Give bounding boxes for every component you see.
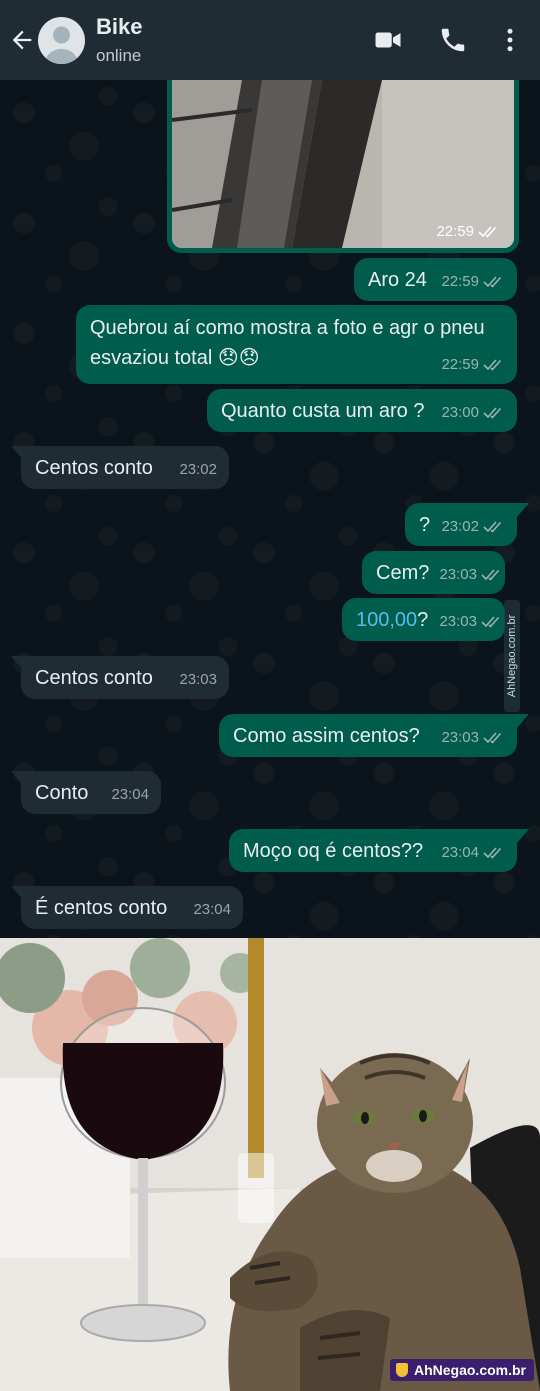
message-text: É centos conto [35,897,168,919]
message-bubble-out[interactable]: 100,00? 23:03 [342,598,505,641]
meme-cat-wine-photo: AhNegao.com.br [0,938,540,1391]
double-check-icon [483,732,502,744]
message-bubble-out[interactable]: ? 23:02 [405,503,517,546]
video-call-icon[interactable] [373,25,403,55]
message-text-tail: ? [417,609,429,631]
message-time: 23:04 [111,786,149,803]
message-time: 23:04 [193,901,231,918]
message-meta: 23:04 [111,780,149,810]
message-time: 23:04 [441,844,479,861]
phone-icon[interactable] [438,25,468,55]
bubble-tail [517,503,529,517]
photo-message[interactable]: 22:59 [167,80,519,253]
more-vert-icon[interactable] [495,25,525,55]
message-bubble-out[interactable]: Cem? 23:03 [362,551,505,594]
message-meta: 22:59 [441,267,505,297]
default-avatar-icon [44,26,79,64]
double-check-icon [483,407,502,419]
message-text: ? [419,514,431,536]
side-watermark: AhNegao.com.br [504,600,520,712]
message-time: 23:02 [441,518,479,535]
message-time: 22:59 [441,356,479,373]
message-text: Quanto custa um aro ? [221,400,425,422]
message-text: Moço oq é centos?? [243,840,424,862]
bike-tire-photo[interactable]: 22:59 [172,80,514,248]
message-text-line2: esvaziou total 😞😞 [90,347,260,369]
message-meta: 22:59 [441,350,505,380]
message-meta: 23:04 [193,895,231,925]
message-time: 23:00 [441,404,479,421]
message-meta: 23:04 [441,838,505,868]
message-meta: 23:03 [439,560,503,590]
message-bubble-in[interactable]: Centos conto 23:02 [21,446,229,489]
message-text-line1: Quebrou aí como mostra a foto e agr o pn… [90,317,485,339]
watermark-badge: AhNegao.com.br [389,1359,534,1381]
message-list[interactable]: 22:59 Aro 24 22:59 Quebrou aí como mostr… [0,80,540,938]
bubble-tail [517,714,529,728]
chat-screen: Bike online 22:59 Aro 24 22:59 Quebrou a… [0,0,540,1391]
message-time: 23:03 [179,671,217,688]
message-text: 100,00? [356,605,428,635]
chat-header: Bike online [0,0,540,80]
message-text: Centos conto [35,667,153,689]
message-bubble-out[interactable]: Quanto custa um aro ? 23:00 [207,389,517,432]
message-bubble-in[interactable]: Conto 23:04 [21,771,161,814]
message-bubble-out[interactable]: Aro 24 22:59 [354,258,517,301]
photo-time: 22:59 [436,223,474,240]
avatar[interactable] [38,17,85,64]
message-time: 23:03 [441,729,479,746]
message-bubble-out[interactable]: Moço oq é centos?? 23:04 [229,829,517,872]
double-check-icon [483,276,502,288]
message-bubble-in[interactable]: É centos conto 23:04 [21,886,243,929]
message-bubble-in[interactable]: Centos conto 23:03 [21,656,229,699]
phone-number-link[interactable]: 100,00 [356,609,417,631]
contact-status: online [96,46,142,65]
message-text: Centos conto [35,457,153,479]
message-time: 22:59 [441,273,479,290]
double-check-icon [483,847,502,859]
bubble-tail [517,829,529,843]
message-text: Aro 24 [368,269,427,291]
side-watermark-text: AhNegao.com.br [506,614,518,698]
message-bubble-out[interactable]: Quebrou aí como mostra a foto e agr o pn… [76,305,517,384]
message-time: 23:03 [439,566,477,583]
message-meta: 23:03 [439,607,503,637]
double-check-icon [478,225,497,238]
message-meta: 23:03 [441,723,505,753]
double-check-icon [483,359,502,371]
double-check-icon [483,521,502,533]
message-meta: 23:02 [441,512,505,542]
photo-meta: 22:59 [436,223,500,240]
message-text: Como assim centos? [233,725,420,747]
message-time: 23:03 [439,613,477,630]
double-check-icon [481,569,500,581]
back-arrow-icon[interactable] [8,26,36,54]
message-meta: 23:00 [441,398,505,428]
message-bubble-out[interactable]: Como assim centos? 23:03 [219,714,517,757]
message-meta: 23:03 [179,665,217,695]
message-meta: 23:02 [179,455,217,485]
cat-wine-illustration [0,938,540,1391]
contact-name[interactable]: Bike [96,14,142,40]
double-check-icon [481,616,500,628]
message-text: Conto [35,782,89,804]
message-time: 23:02 [179,461,217,478]
message-text: Cem? [376,562,430,584]
